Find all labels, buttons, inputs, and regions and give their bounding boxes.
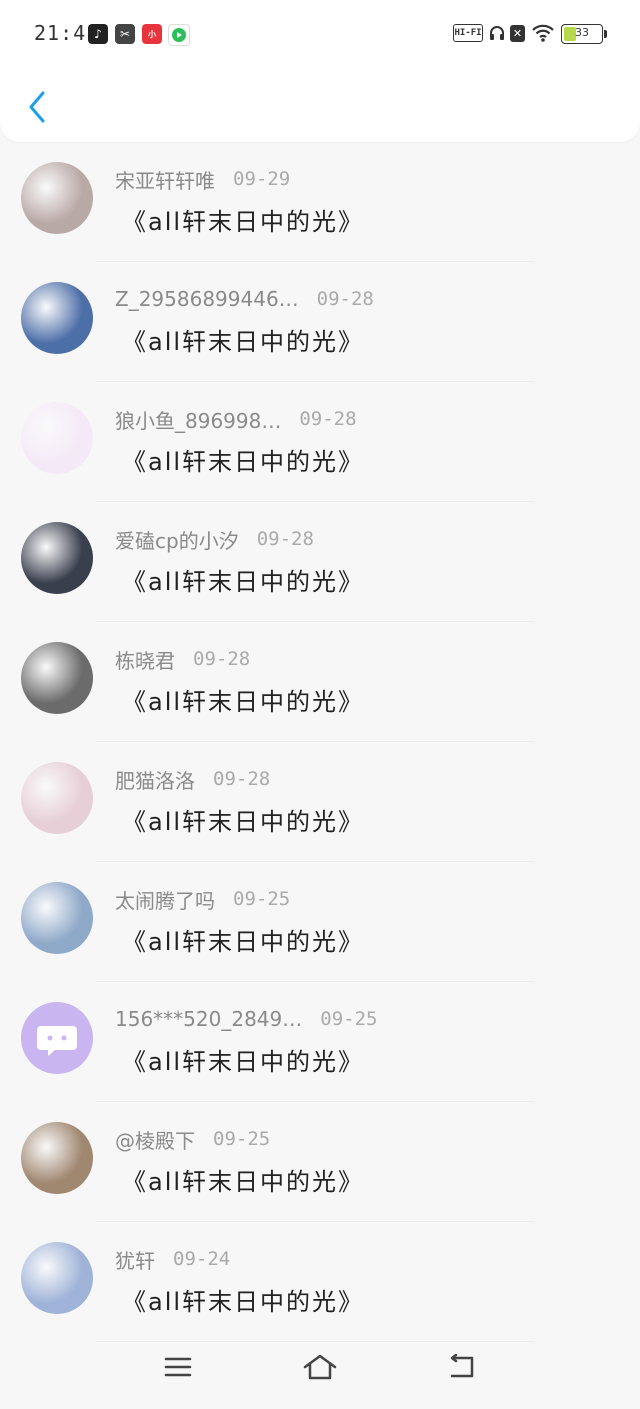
- headphones-icon: [488, 24, 506, 46]
- comment-date: 09-28: [316, 288, 374, 310]
- comment-row[interactable]: 栋晓君 09-28 《all轩末日中的光》: [0, 622, 640, 742]
- comment-meta: 太闹腾了吗 09-25: [115, 885, 291, 914]
- comment-meta: Z_29586899446… 09-28: [115, 286, 374, 312]
- avatar[interactable]: [21, 642, 93, 714]
- comment-row[interactable]: 太闹腾了吗 09-25 《all轩末日中的光》: [0, 862, 640, 982]
- menu-icon: [164, 1357, 192, 1377]
- comment-row[interactable]: @棱殿下 09-25 《all轩末日中的光》: [0, 1102, 640, 1222]
- work-title[interactable]: 《all轩末日中的光》: [122, 682, 364, 717]
- comment-meta: 156***520_2849… 09-25: [115, 1006, 377, 1032]
- comment-date: 09-25: [213, 1128, 271, 1150]
- back-icon: [450, 1354, 474, 1378]
- battery-level: 33: [575, 26, 589, 39]
- comment-row[interactable]: 狼小鱼_896998… 09-28 《all轩末日中的光》: [0, 382, 640, 502]
- capcut-icon: ✂: [115, 24, 135, 44]
- work-title[interactable]: 《all轩末日中的光》: [122, 1282, 364, 1317]
- username[interactable]: 犹轩: [115, 1245, 155, 1274]
- wifi-icon: [532, 23, 554, 47]
- comment-meta: 犹轩 09-24: [115, 1245, 231, 1274]
- comment-date: 09-28: [256, 528, 314, 550]
- hifi-indicator: HI-FI: [453, 24, 483, 42]
- comment-date: 09-28: [213, 768, 271, 790]
- video-app-icon: [168, 24, 190, 46]
- comment-meta: 宋亚轩轩唯 09-29: [115, 165, 291, 194]
- username[interactable]: 爱磕cp的小汐: [115, 525, 239, 554]
- comment-date: 09-25: [233, 888, 291, 910]
- avatar[interactable]: [21, 882, 93, 954]
- work-title[interactable]: 《all轩末日中的光》: [122, 202, 364, 237]
- home-icon: [303, 1354, 337, 1380]
- comment-meta: 肥猫洛洛 09-28: [115, 765, 271, 794]
- top-bar: 21:41 ♪ ✂ 小 HI-FI ✕ 33: [0, 0, 640, 142]
- username[interactable]: @棱殿下: [115, 1125, 195, 1154]
- work-title[interactable]: 《all轩末日中的光》: [122, 562, 364, 597]
- comment-row[interactable]: 肥猫洛洛 09-28 《all轩末日中的光》: [0, 742, 640, 862]
- menu-button[interactable]: [153, 1342, 203, 1392]
- username[interactable]: 狼小鱼_896998…: [115, 405, 281, 434]
- work-title[interactable]: 《all轩末日中的光》: [122, 922, 364, 957]
- tiktok-icon: ♪: [88, 24, 108, 44]
- comment-date: 09-29: [233, 168, 291, 190]
- username[interactable]: 宋亚轩轩唯: [115, 165, 215, 194]
- avatar[interactable]: [21, 1002, 93, 1074]
- username[interactable]: 肥猫洛洛: [115, 765, 195, 794]
- silent-icon: ✕: [510, 25, 525, 42]
- avatar[interactable]: [21, 1122, 93, 1194]
- work-title[interactable]: 《all轩末日中的光》: [122, 1042, 364, 1077]
- work-title[interactable]: 《all轩末日中的光》: [122, 1162, 364, 1197]
- avatar[interactable]: [21, 1242, 93, 1314]
- avatar[interactable]: [21, 402, 93, 474]
- chat-bubble-icon: [37, 1026, 77, 1056]
- home-button[interactable]: [295, 1342, 345, 1392]
- system-nav-bar: [0, 1330, 640, 1409]
- comment-row[interactable]: 爱磕cp的小汐 09-28 《all轩末日中的光》: [0, 502, 640, 622]
- work-title[interactable]: 《all轩末日中的光》: [122, 442, 364, 477]
- status-bar: 21:41 ♪ ✂ 小 HI-FI ✕ 33: [0, 0, 640, 70]
- avatar[interactable]: [21, 162, 93, 234]
- work-title[interactable]: 《all轩末日中的光》: [122, 322, 364, 357]
- comment-row[interactable]: 宋亚轩轩唯 09-29 《all轩末日中的光》: [0, 142, 640, 262]
- comment-date: 09-24: [173, 1248, 231, 1270]
- comment-date: 09-28: [193, 648, 251, 670]
- comment-meta: @棱殿下 09-25: [115, 1125, 271, 1154]
- comment-meta: 爱磕cp的小汐 09-28: [115, 525, 314, 554]
- comment-row[interactable]: 犹轩 09-24 《all轩末日中的光》: [0, 1222, 640, 1342]
- xiaohongshu-icon: 小: [142, 24, 162, 44]
- back-button[interactable]: [22, 88, 52, 126]
- avatar[interactable]: [21, 522, 93, 594]
- comment-meta: 栋晓君 09-28: [115, 645, 251, 674]
- comment-list: 宋亚轩轩唯 09-29 《all轩末日中的光》 Z_29586899446… 09-28…: [0, 142, 640, 1342]
- comment-date: 09-28: [299, 408, 357, 430]
- username[interactable]: Z_29586899446…: [115, 287, 299, 311]
- comment-date: 09-25: [320, 1008, 378, 1030]
- comment-meta: 狼小鱼_896998… 09-28: [115, 405, 357, 434]
- chevron-left-icon: [29, 91, 45, 123]
- comment-row[interactable]: Z_29586899446… 09-28 《all轩末日中的光》: [0, 262, 640, 382]
- username[interactable]: 栋晓君: [115, 645, 175, 674]
- comment-row[interactable]: 156***520_2849… 09-25 《all轩末日中的光》: [0, 982, 640, 1102]
- work-title[interactable]: 《all轩末日中的光》: [122, 802, 364, 837]
- username[interactable]: 156***520_2849…: [115, 1007, 302, 1031]
- username[interactable]: 太闹腾了吗: [115, 885, 215, 914]
- avatar[interactable]: [21, 762, 93, 834]
- avatar[interactable]: [21, 282, 93, 354]
- back-nav-button[interactable]: [437, 1342, 487, 1392]
- battery-icon: 33: [561, 24, 607, 44]
